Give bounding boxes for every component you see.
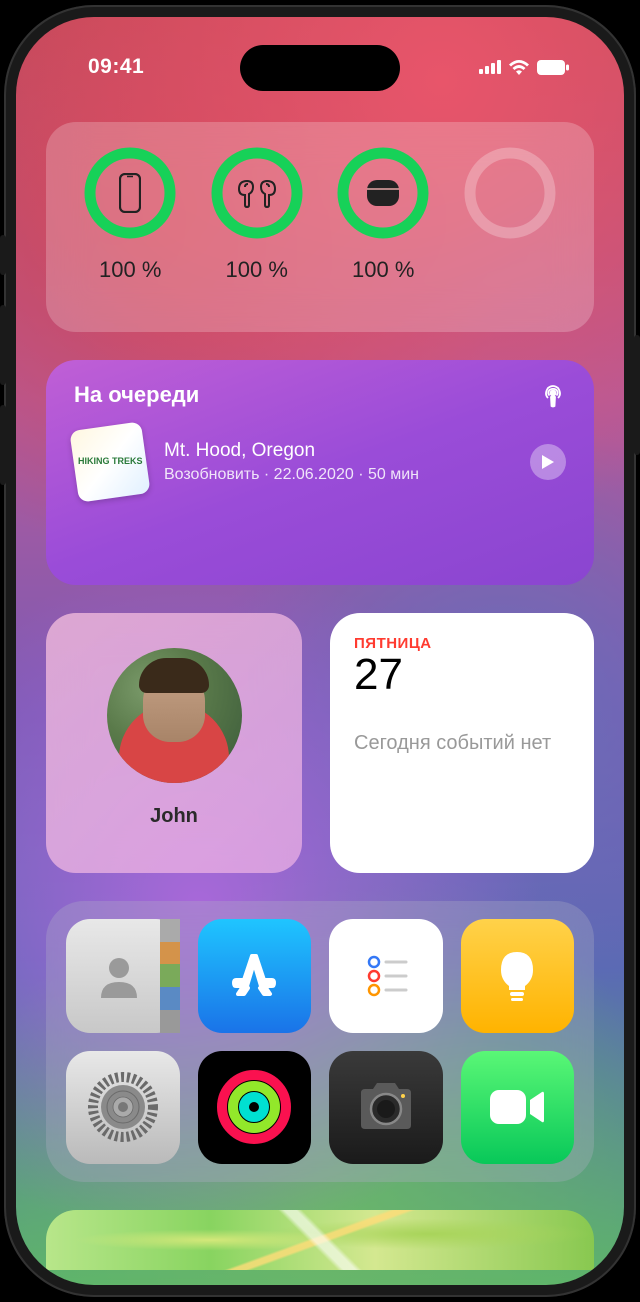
cellular-icon	[479, 60, 501, 74]
podcast-item[interactable]: HIKING TREKS Mt. Hood, Oregon Возобновит…	[74, 426, 566, 498]
settings-app-icon[interactable]	[66, 1051, 180, 1165]
wifi-icon	[508, 59, 530, 75]
battery-ring-airpods	[211, 147, 303, 239]
reminders-glyph-icon	[356, 946, 416, 1006]
battery-icon	[537, 60, 569, 75]
dynamic-island[interactable]	[240, 45, 400, 91]
activity-rings-icon	[216, 1069, 292, 1145]
reminders-app-icon[interactable]	[329, 919, 443, 1033]
calendar-widget[interactable]: ПЯТНИЦА 27 Сегодня событий нет	[330, 613, 594, 873]
podcast-artwork: HIKING TREKS	[69, 421, 150, 502]
iphone-frame: 09:41 100 %	[4, 5, 636, 1297]
battery-item-case: 100 %	[329, 147, 438, 312]
podcast-title: На очереди	[74, 382, 199, 408]
play-icon	[541, 454, 555, 470]
appstore-glyph-icon	[224, 946, 284, 1006]
podcast-header: На очереди	[74, 382, 566, 408]
gear-icon	[87, 1071, 159, 1143]
contacts-app-icon[interactable]	[66, 919, 180, 1033]
battery-item-airpods: 100 %	[203, 147, 312, 312]
podcast-info: Mt. Hood, Oregon Возобновить · 22.06.202…	[164, 440, 512, 484]
podcasts-widget[interactable]: На очереди HIKING TREKS Mt. Hood, Oregon…	[46, 360, 594, 585]
power-button	[634, 335, 640, 455]
home-screen[interactable]: 09:41 100 %	[16, 17, 624, 1285]
lightbulb-icon	[491, 946, 543, 1006]
podcast-meta: Возобновить · 22.06.2020 · 50 мин	[164, 466, 512, 484]
contact-avatar	[107, 648, 242, 783]
play-button[interactable]	[530, 444, 566, 480]
battery-ring-case	[337, 147, 429, 239]
status-time: 09:41	[66, 55, 144, 79]
podcast-track-title: Mt. Hood, Oregon	[164, 440, 512, 462]
batteries-widget[interactable]: 100 % 100 % 100 %	[46, 122, 594, 332]
battery-label-case: 100 %	[352, 257, 414, 283]
contacts-tabs	[160, 919, 180, 1033]
status-indicators	[479, 59, 574, 75]
battery-ring-empty	[464, 147, 556, 239]
appstore-app-icon[interactable]	[198, 919, 312, 1033]
two-column-row: John ПЯТНИЦА 27 Сегодня событий нет	[46, 613, 594, 873]
contact-widget[interactable]: John	[46, 613, 302, 873]
home-app-icon[interactable]	[461, 919, 575, 1033]
camera-app-icon[interactable]	[329, 1051, 443, 1165]
maps-widget[interactable]	[46, 1210, 594, 1270]
podcasts-app-icon	[540, 382, 566, 408]
app-library-folder[interactable]	[46, 901, 594, 1182]
widgets-area: 100 % 100 % 100 %	[16, 17, 624, 1270]
silent-switch	[0, 235, 6, 275]
video-icon	[486, 1086, 548, 1128]
battery-label-phone: 100 %	[99, 257, 161, 283]
contact-name: John	[150, 805, 198, 828]
camera-glyph-icon	[353, 1081, 419, 1133]
calendar-date: 27	[354, 650, 570, 700]
calendar-events-text: Сегодня событий нет	[354, 730, 570, 756]
battery-label-airpods: 100 %	[226, 257, 288, 283]
volume-down-button	[0, 405, 6, 485]
facetime-app-icon[interactable]	[461, 1051, 575, 1165]
fitness-app-icon[interactable]	[198, 1051, 312, 1165]
battery-ring-phone	[84, 147, 176, 239]
person-icon	[95, 948, 151, 1004]
battery-item-phone: 100 %	[76, 147, 185, 312]
battery-item-empty	[456, 147, 565, 312]
volume-up-button	[0, 305, 6, 385]
